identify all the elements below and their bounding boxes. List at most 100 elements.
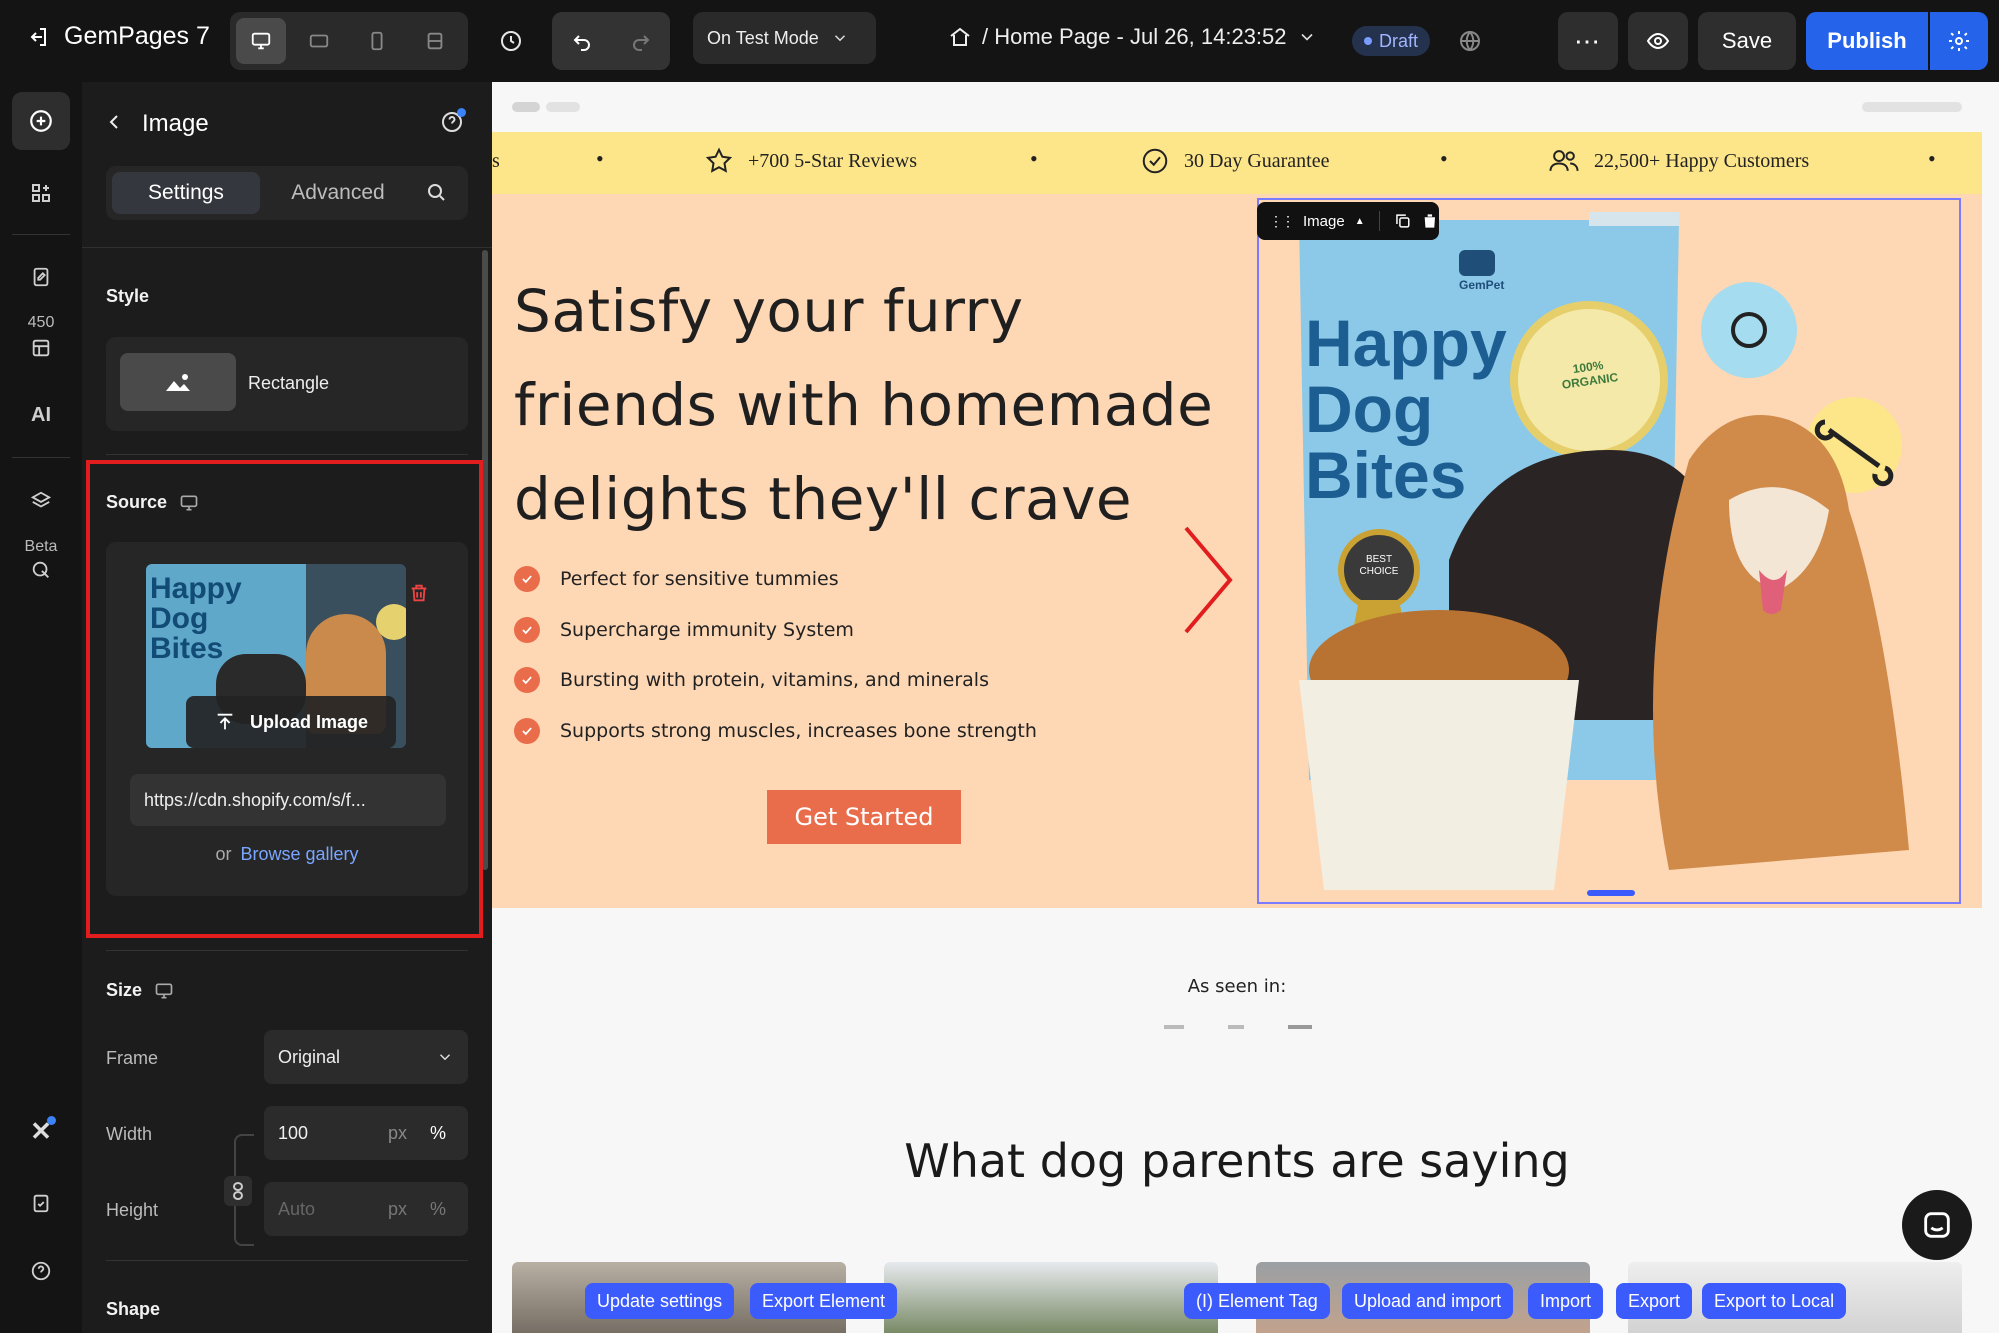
ai-button[interactable]: AI bbox=[12, 386, 70, 444]
image-element-toolbar[interactable]: ⋮⋮ Image ▲ bbox=[1257, 202, 1439, 240]
undo-button[interactable] bbox=[552, 12, 611, 70]
gear-icon bbox=[1949, 31, 1969, 51]
element-tag-label: Image bbox=[1303, 212, 1345, 230]
upload-image-button[interactable]: Upload Image bbox=[186, 696, 396, 748]
unit-percent-toggle[interactable]: % bbox=[430, 1123, 446, 1144]
benefit-text: Supercharge immunity System bbox=[560, 619, 854, 641]
thumb-text: Happy Dog Bites bbox=[150, 574, 242, 664]
announcement-bar[interactable]: s • +700 5-Star Reviews • 30 Day Guarant… bbox=[492, 132, 1982, 194]
testimonial-card[interactable] bbox=[884, 1262, 1218, 1333]
tab-advanced[interactable]: Advanced bbox=[264, 172, 412, 214]
page-selector[interactable]: / Home Page - Jul 26, 14:23:52 bbox=[948, 24, 1317, 50]
style-value: Rectangle bbox=[248, 373, 330, 393]
export-to-local-chip[interactable]: Export to Local bbox=[1702, 1283, 1847, 1319]
separator-dot: • bbox=[1928, 146, 1936, 171]
drag-handle-icon: ⋮⋮ bbox=[1269, 212, 1295, 229]
get-started-button[interactable]: Get Started bbox=[767, 790, 961, 844]
desktop-view-button[interactable] bbox=[236, 18, 286, 64]
announcement-item: 30 Day Guarantee bbox=[1140, 146, 1330, 176]
bag-title-line: Dog bbox=[1305, 372, 1434, 446]
import-chip[interactable]: Import bbox=[1528, 1283, 1604, 1319]
announcement-text: 30 Day Guarantee bbox=[1184, 149, 1330, 172]
bag-title-line: Happy bbox=[1305, 306, 1507, 380]
browse-row: or Browse gallery bbox=[106, 844, 468, 865]
resize-handle bbox=[1587, 890, 1635, 896]
upload-icon bbox=[217, 713, 233, 730]
product-image[interactable]: GemPet Happy Dog Bites 100% ORGANIC BEST… bbox=[1257, 198, 1961, 904]
trash-icon bbox=[411, 584, 427, 602]
browse-gallery-link[interactable]: Browse gallery bbox=[240, 844, 358, 864]
image-thumbnail[interactable]: Happy Dog Bites Upload Image bbox=[146, 564, 406, 748]
sections-button[interactable] bbox=[12, 164, 70, 222]
badge-text: BEST CHOICE bbox=[1355, 554, 1403, 578]
page-title: / Home Page - Jul 26, 14:23:52 bbox=[982, 24, 1287, 49]
tab-settings[interactable]: Settings bbox=[112, 172, 260, 214]
frame-label: Frame bbox=[106, 1048, 159, 1068]
upload-and-import-chip[interactable]: Upload and import bbox=[1342, 1283, 1514, 1319]
mode-label: On Test Mode bbox=[707, 27, 819, 48]
chevron-down-icon bbox=[1300, 33, 1313, 41]
unit-px-toggle[interactable]: px bbox=[388, 1199, 407, 1220]
style-option[interactable]: Rectangle bbox=[106, 337, 468, 431]
publish-settings-button[interactable] bbox=[1930, 12, 1988, 70]
divider bbox=[82, 247, 492, 248]
add-element-button[interactable] bbox=[12, 92, 70, 150]
more-options-button[interactable]: ⋯ bbox=[1558, 12, 1618, 70]
mobile-view-button[interactable] bbox=[352, 18, 402, 64]
save-button[interactable]: Save bbox=[1698, 12, 1796, 70]
help-button[interactable] bbox=[12, 1242, 70, 1300]
app-logo[interactable]: GemPages 7 bbox=[26, 22, 210, 51]
template-icon bbox=[32, 339, 50, 357]
paw-circle bbox=[1701, 282, 1797, 378]
search-button[interactable] bbox=[424, 180, 448, 209]
export-element-chip[interactable]: Export Element bbox=[750, 1283, 898, 1319]
beta-feature-button[interactable] bbox=[12, 550, 70, 590]
publish-button[interactable]: Publish bbox=[1806, 12, 1928, 70]
lock-ratio-button[interactable] bbox=[224, 1176, 252, 1206]
export-chip[interactable]: Export bbox=[1616, 1283, 1693, 1319]
language-button[interactable] bbox=[1450, 24, 1490, 58]
chat-launcher-button[interactable] bbox=[1902, 1190, 1972, 1260]
integrations-button[interactable]: ✕ bbox=[12, 1102, 70, 1160]
element-tag-chip[interactable]: (I) Element Tag bbox=[1184, 1283, 1330, 1319]
nav-divider bbox=[12, 234, 70, 235]
globe-icon bbox=[1460, 31, 1480, 51]
image-url-input[interactable]: https://cdn.shopify.com/s/f... bbox=[130, 774, 446, 826]
templates-button[interactable] bbox=[12, 328, 70, 368]
bag-title: Happy Dog Bites bbox=[1305, 310, 1507, 508]
back-button[interactable] bbox=[102, 110, 126, 139]
unit-px-toggle[interactable]: px bbox=[388, 1123, 407, 1144]
desktop-icon bbox=[155, 983, 173, 998]
arrow-right-icon bbox=[1184, 526, 1233, 634]
update-settings-chip[interactable]: Update settings bbox=[585, 1283, 735, 1319]
caret-up-icon: ▲ bbox=[1354, 215, 1365, 227]
responsive-view-button[interactable] bbox=[410, 18, 460, 64]
delete-image-button[interactable] bbox=[408, 582, 430, 609]
eye-icon bbox=[1646, 32, 1670, 50]
help-button[interactable] bbox=[440, 108, 466, 139]
height-input[interactable]: Auto px % bbox=[264, 1182, 468, 1236]
redo-button[interactable] bbox=[611, 12, 670, 70]
style-heading: Style bbox=[106, 286, 150, 306]
star-icon bbox=[705, 147, 733, 173]
checklist-button[interactable] bbox=[12, 1174, 70, 1232]
history-button[interactable] bbox=[490, 18, 532, 64]
users-icon bbox=[1549, 150, 1579, 171]
trash-icon[interactable] bbox=[1421, 212, 1439, 230]
benefit-text: Perfect for sensitive tummies bbox=[560, 568, 839, 590]
duplicate-icon[interactable] bbox=[1394, 212, 1412, 230]
panel-scrollbar[interactable] bbox=[482, 250, 488, 870]
hero-section[interactable]: Satisfy your furry friends with homemade… bbox=[492, 194, 1982, 908]
layers-button[interactable] bbox=[12, 472, 70, 530]
preview-button[interactable] bbox=[1628, 12, 1688, 70]
status-dot bbox=[1364, 37, 1372, 45]
width-input[interactable]: 100 px % bbox=[264, 1106, 468, 1160]
tablet-landscape-view-button[interactable] bbox=[294, 18, 344, 64]
pages-button[interactable] bbox=[12, 248, 70, 306]
chevron-left-icon bbox=[109, 115, 118, 129]
unit-percent-toggle[interactable]: % bbox=[430, 1199, 446, 1220]
mode-select[interactable]: On Test Mode bbox=[693, 12, 876, 64]
brand-name: GemPet bbox=[1459, 278, 1505, 292]
separator-dot: • bbox=[1440, 146, 1448, 171]
frame-select[interactable]: Original bbox=[264, 1030, 468, 1084]
